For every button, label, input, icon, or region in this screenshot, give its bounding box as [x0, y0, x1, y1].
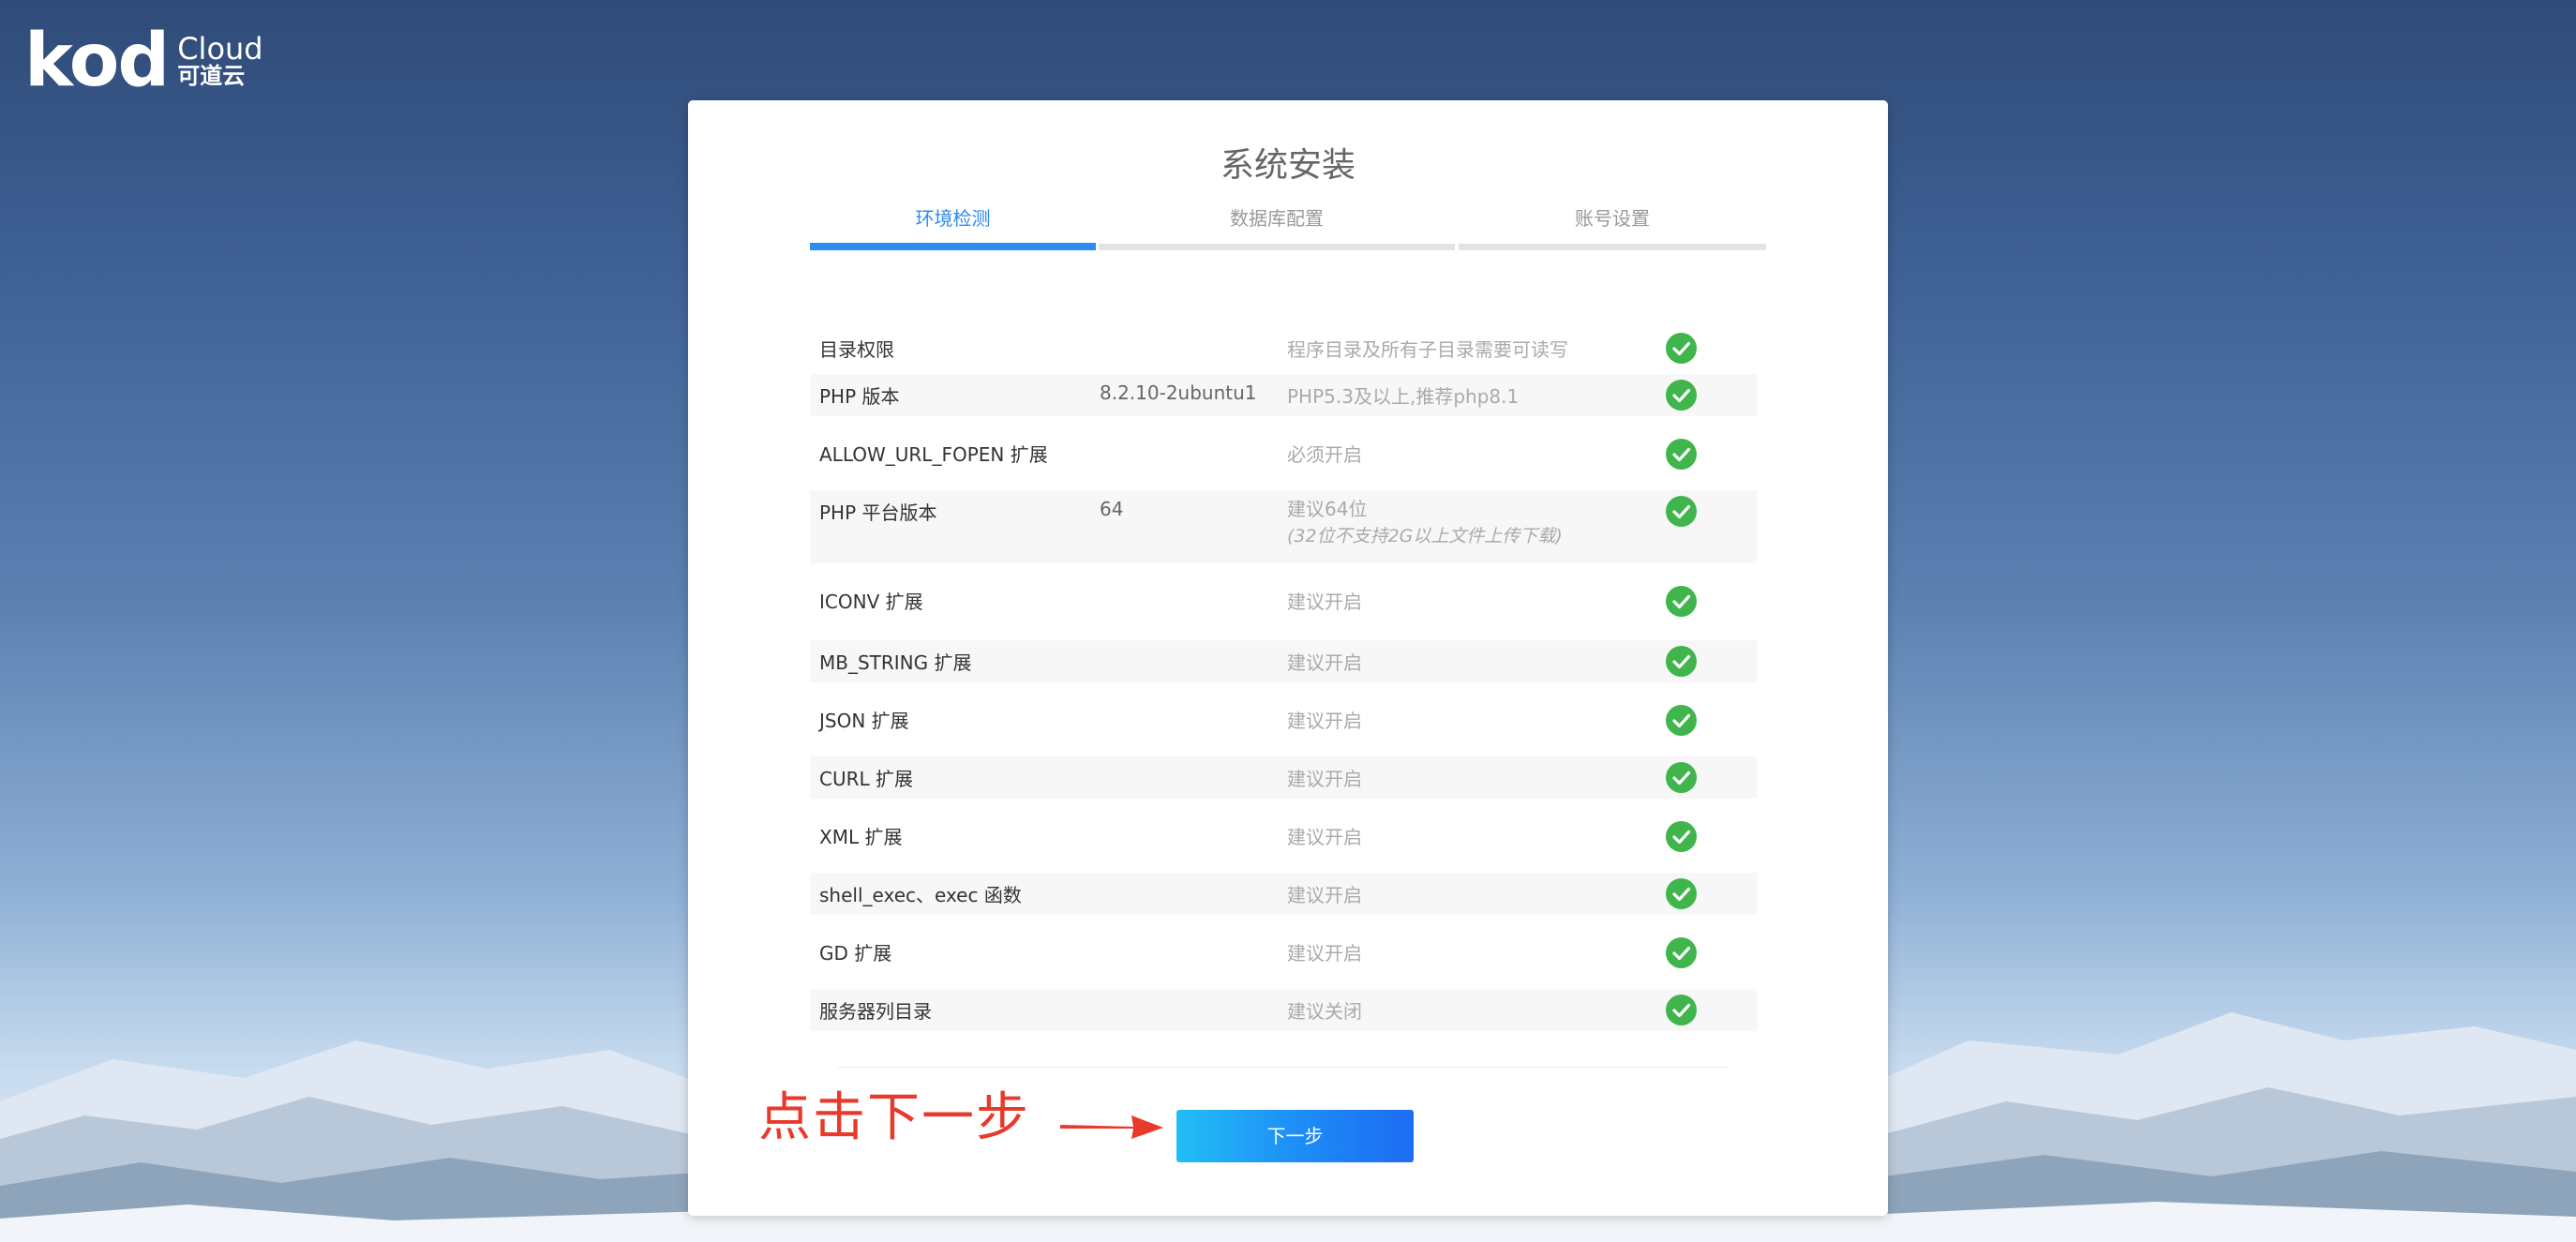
- check-requirement: 建议开启: [1287, 768, 1362, 790]
- table-row: CURL 扩展 建议开启: [810, 756, 1757, 799]
- table-row: 服务器列目录 建议关闭: [810, 989, 1757, 1031]
- check-name: shell_exec、exec 函数: [819, 884, 1022, 906]
- table-row: JSON 扩展 建议开启: [810, 682, 1757, 756]
- check-circle-icon: [1666, 821, 1697, 852]
- page-title: 系统安装: [1220, 146, 1355, 185]
- annotation-text: 点击下一步: [758, 1087, 1030, 1148]
- check-requirement: 建议64位: [1287, 498, 1368, 520]
- logo-chinese-text: 可道云: [177, 63, 246, 90]
- annotation-arrow-icon: [1058, 1113, 1166, 1145]
- check-name: ICONV 扩展: [819, 591, 923, 613]
- check-requirement-note: (32位不支持2G以上文件上传下载): [1287, 526, 1563, 546]
- step-account-settings: 账号设置: [1459, 203, 1766, 250]
- next-step-button[interactable]: 下一步: [1176, 1110, 1414, 1162]
- environment-check-table: 目录权限 程序目录及所有子目录需要可读写 PHP 版本 8.2.10-2ubun…: [810, 316, 1757, 1031]
- check-circle-icon: [1666, 439, 1697, 470]
- check-circle-icon: [1666, 878, 1697, 909]
- check-name: 目录权限: [819, 338, 894, 361]
- table-row: PHP 平台版本 64 建议64位 (32位不支持2G以上文件上传下载): [810, 490, 1757, 563]
- check-circle-icon: [1666, 380, 1697, 411]
- check-circle-icon: [1666, 333, 1697, 364]
- check-requirement: 程序目录及所有子目录需要可读写: [1287, 338, 1568, 361]
- step-environment-check: 环境检测: [810, 203, 1096, 250]
- check-name: 服务器列目录: [819, 1000, 932, 1023]
- check-name: CURL 扩展: [819, 768, 913, 790]
- step-bar: [810, 243, 1096, 250]
- check-requirement: 建议开启: [1287, 826, 1362, 848]
- check-requirement: 建议开启: [1287, 651, 1362, 674]
- table-row: 目录权限 程序目录及所有子目录需要可读写: [810, 316, 1757, 374]
- check-name: JSON 扩展: [819, 710, 909, 732]
- step-database-config: 数据库配置: [1099, 203, 1455, 250]
- check-circle-icon: [1666, 937, 1697, 968]
- check-requirement: 建议开启: [1287, 884, 1362, 906]
- table-row: ICONV 扩展 建议开启: [810, 563, 1757, 640]
- check-name: XML 扩展: [819, 826, 903, 848]
- check-requirement: 建议开启: [1287, 942, 1362, 965]
- check-circle-icon: [1666, 705, 1697, 736]
- step-bar: [1459, 244, 1766, 250]
- check-name: ALLOW_URL_FOPEN 扩展: [819, 443, 1048, 466]
- step-label: 数据库配置: [1230, 207, 1324, 230]
- check-circle-icon: [1666, 496, 1697, 527]
- check-requirement: 建议开启: [1287, 591, 1362, 613]
- check-value: 8.2.10-2ubuntu1: [1100, 382, 1257, 404]
- table-row: GD 扩展 建议开启: [810, 915, 1757, 989]
- check-name: GD 扩展: [819, 942, 892, 965]
- install-panel: 系统安装 环境检测 数据库配置 账号设置 目录权限 程序目录及所有子目录需要可读…: [688, 100, 1888, 1216]
- check-name: PHP 平台版本: [819, 501, 937, 524]
- step-label: 账号设置: [1575, 207, 1650, 230]
- logo-cloud-text: Cloud: [177, 30, 263, 67]
- logo-wordmark: kod: [24, 19, 170, 103]
- check-requirement: 建议关闭: [1287, 1000, 1362, 1023]
- table-row: MB_STRING 扩展 建议开启: [810, 640, 1757, 682]
- check-circle-icon: [1666, 646, 1697, 677]
- check-circle-icon: [1666, 995, 1697, 1025]
- check-circle-icon: [1666, 762, 1697, 793]
- check-circle-icon: [1666, 586, 1697, 617]
- check-name: MB_STRING 扩展: [819, 651, 972, 674]
- table-row: ALLOW_URL_FOPEN 扩展 必须开启: [810, 416, 1757, 490]
- check-name: PHP 版本: [819, 385, 900, 408]
- table-row: shell_exec、exec 函数 建议开启: [810, 873, 1757, 915]
- kodcloud-logo: kod Cloud 可道云: [24, 24, 263, 97]
- check-requirement: 建议开启: [1287, 710, 1362, 732]
- divider: [838, 1067, 1729, 1068]
- check-requirement: PHP5.3及以上,推荐php8.1: [1287, 385, 1520, 408]
- check-value: 64: [1100, 498, 1124, 520]
- table-row: XML 扩展 建议开启: [810, 799, 1757, 873]
- step-progress: 环境检测 数据库配置 账号设置: [810, 203, 1766, 250]
- check-requirement: 必须开启: [1287, 443, 1362, 466]
- step-label: 环境检测: [915, 207, 991, 230]
- step-bar: [1099, 244, 1455, 250]
- table-row: PHP 版本 8.2.10-2ubuntu1 PHP5.3及以上,推荐php8.…: [810, 374, 1757, 416]
